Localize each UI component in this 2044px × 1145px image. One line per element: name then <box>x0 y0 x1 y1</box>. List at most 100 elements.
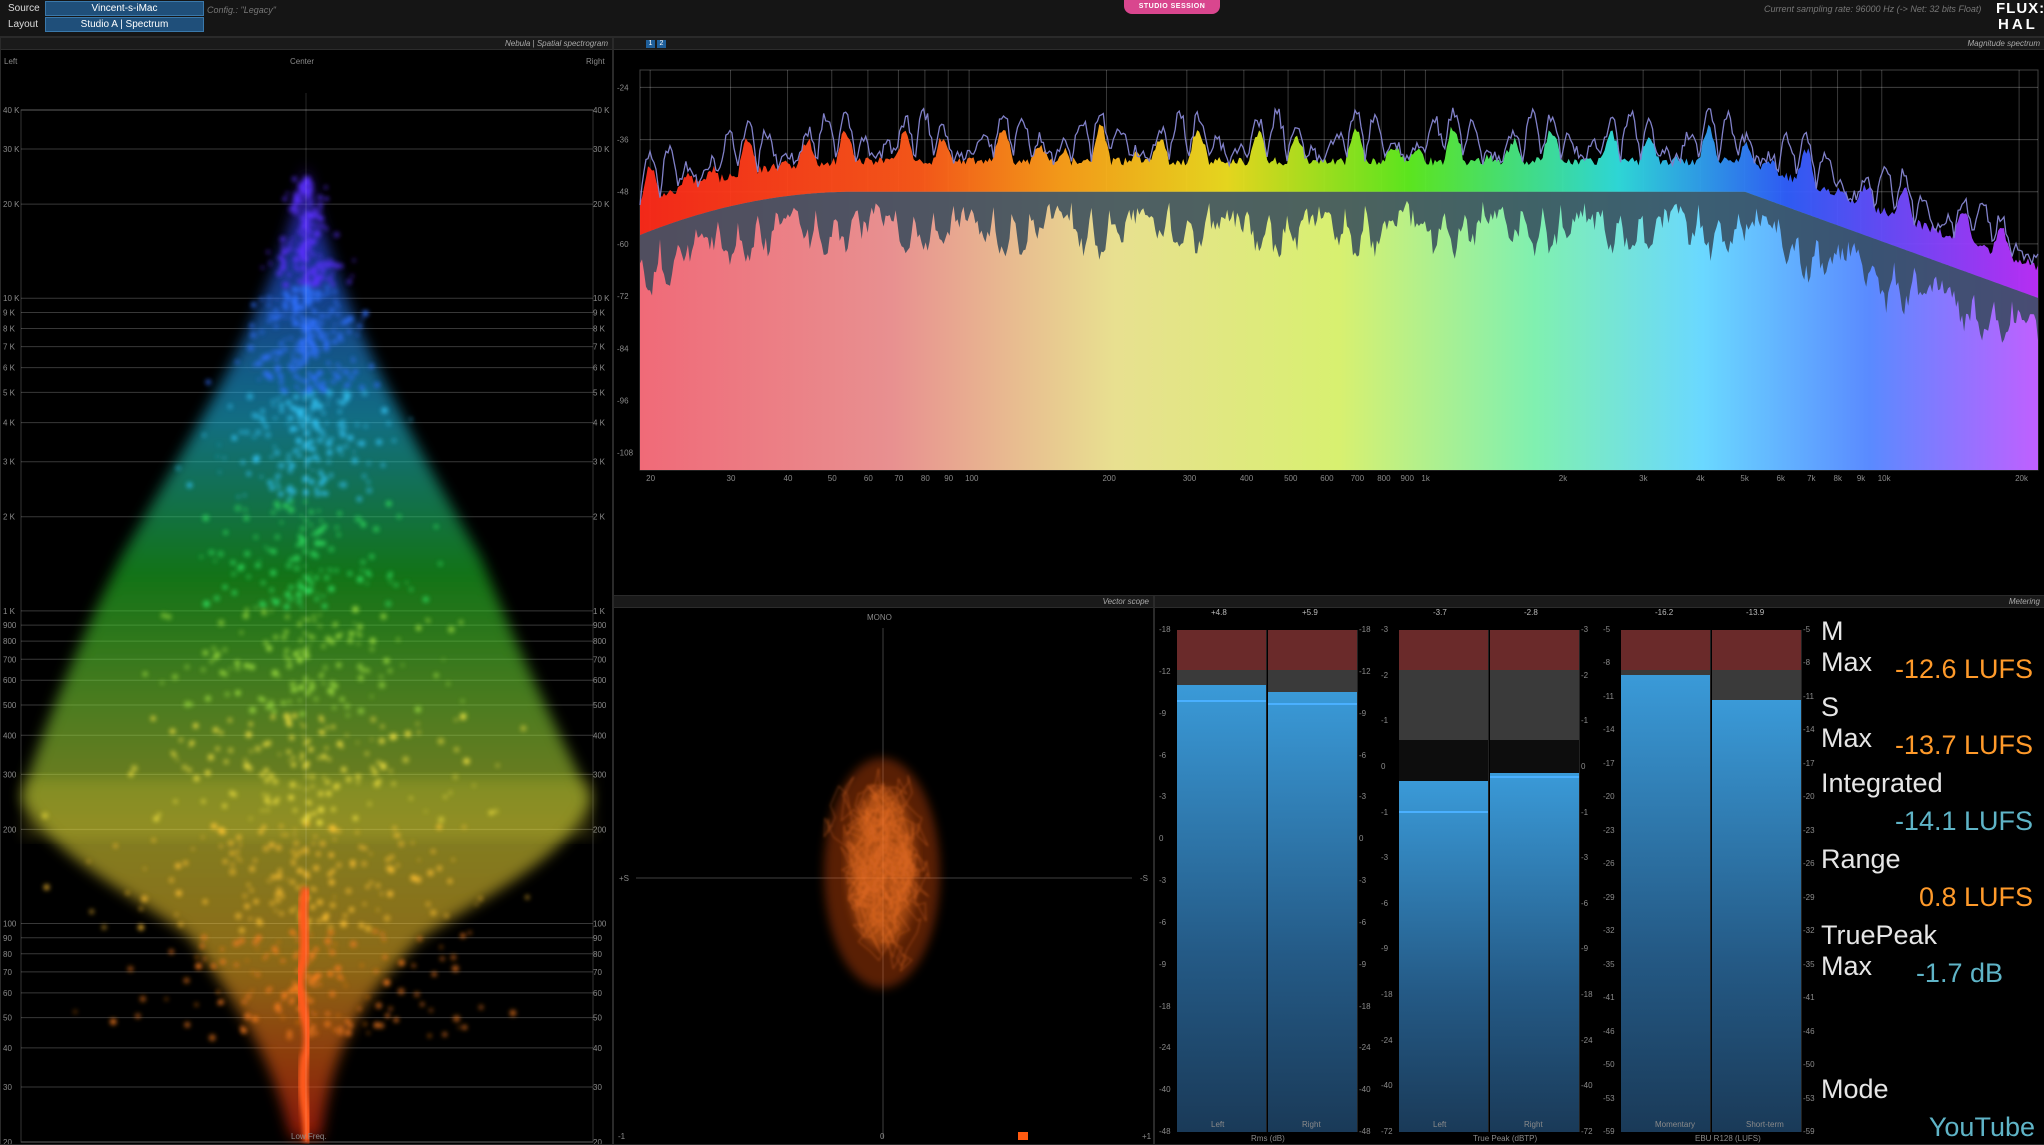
meter-scale-tick: -3 <box>1381 853 1389 863</box>
nebula-tick-left: 20 <box>3 1138 12 1144</box>
meter-channel <box>1712 630 1802 1132</box>
meter-peak-hold <box>1399 810 1488 813</box>
nebula-tick-right: 200 <box>593 825 607 834</box>
meter-scale-tick: -48 <box>1159 1127 1171 1136</box>
meter-scale-tick: -26 <box>1803 859 1815 869</box>
meter-group-label: EBU R128 (LUFS) <box>1695 1134 1761 1143</box>
meter-scale-tick: -3 <box>1159 792 1167 802</box>
spectrum-title: Magnitude spectrum <box>614 38 2044 50</box>
meter-scale-tick: -32 <box>1603 926 1615 936</box>
nebula-tick-right: 60 <box>593 989 602 998</box>
meter-scale-tick: -2 <box>1581 670 1589 680</box>
studio-session-button[interactable]: STUDIO SESSION <box>1124 0 1220 14</box>
spectrum-freq-tick: 90 <box>944 474 953 483</box>
sampling-rate-info: Current sampling rate: 96000 Hz (-> Net:… <box>1764 4 1982 14</box>
nebula-tick-left: 700 <box>3 655 17 664</box>
nebula-tick-left: 40 K <box>3 106 20 115</box>
spectrum-freq-tick: 6k <box>1777 474 1786 483</box>
meter-scale-tick: -3 <box>1381 625 1389 634</box>
meter-scale-tick: -5 <box>1803 625 1811 634</box>
layout-selector[interactable]: Studio A | Spectrum <box>45 17 204 32</box>
meter-scale-tick: -3 <box>1359 876 1367 885</box>
spectrum-db-tick: -96 <box>617 396 629 405</box>
meter-scale-tick: -11 <box>1603 691 1614 701</box>
meter-peak-value: -2.8 <box>1524 608 1538 617</box>
mode-selector[interactable]: YouTube <box>1855 1112 2035 1143</box>
nebula-tick-left: 500 <box>3 701 17 710</box>
meter-scale-tick: -3 <box>1581 853 1589 863</box>
meter-scale-tick: -35 <box>1603 959 1615 969</box>
meter-scale-tick: -9 <box>1381 944 1389 954</box>
meter-scale-tick: -9 <box>1159 959 1167 969</box>
meter-level-bar <box>1621 675 1710 1132</box>
vector-bottom-center: 0 <box>880 1132 885 1141</box>
nebula-tick-right: 80 <box>593 950 602 959</box>
meter-scale-tick: -53 <box>1803 1093 1815 1103</box>
meter-level-bar <box>1268 691 1357 1132</box>
meter-scale-tick: -1 <box>1381 807 1389 817</box>
nebula-tick-right: 20 K <box>593 200 610 209</box>
nebula-tick-right: 600 <box>593 676 607 685</box>
spectrum-db-tick: -60 <box>617 240 629 249</box>
meter-channel-label: Momentary <box>1655 1120 1696 1129</box>
spectrum-freq-tick: 500 <box>1284 474 1298 483</box>
meter-scale-tick: -18 <box>1581 990 1593 1000</box>
nebula-tick-right: 2 K <box>593 513 606 522</box>
spectrum-db-tick: -108 <box>617 449 634 458</box>
nebula-spectrogram[interactable]: 40 K 40 K 30 K 30 K 20 K 20 K 10 K 10 K 9 K 9 K 8 … <box>1 38 612 1144</box>
nebula-tick-left: 30 <box>3 1083 12 1092</box>
nebula-tick-left: 100 <box>3 919 17 928</box>
spectrum-freq-tick: 600 <box>1320 474 1334 483</box>
nebula-tick-left: 80 <box>3 950 12 959</box>
nebula-tick-right: 7 K <box>593 343 606 352</box>
meter-scale-tick: -20 <box>1803 792 1815 802</box>
source-selector[interactable]: Vincent-s-iMac <box>45 1 204 16</box>
nebula-tick-right: 800 <box>593 637 607 646</box>
nebula-tick-left: 2 K <box>3 513 16 522</box>
nebula-tick-right: 4 K <box>593 419 606 428</box>
meter-channel-label: Short-term <box>1746 1120 1784 1129</box>
meter-scale-tick: -6 <box>1381 898 1389 908</box>
meter-peak-hold <box>1268 702 1357 705</box>
meter-peak-value: -13.9 <box>1746 608 1765 617</box>
meter-scale-tick: -24 <box>1359 1043 1371 1053</box>
meter-scale-tick: -72 <box>1381 1127 1393 1136</box>
nebula-tick-left: 90 <box>3 934 12 943</box>
meter-scale-tick: -18 <box>1359 625 1371 634</box>
meter-scale-tick: -48 <box>1359 1127 1371 1136</box>
spectrum-freq-tick: 2k <box>1559 474 1568 483</box>
meter-scale-tick: -9 <box>1581 944 1589 954</box>
meter-peak-value: +5.9 <box>1302 608 1318 617</box>
spectrum-tab-1[interactable]: 1 <box>646 40 655 48</box>
meter-scale-tick: -18 <box>1359 1001 1371 1011</box>
magnitude-spectrum[interactable]: -24 -36 -48 -60 -72 -84 -96 -108 20 30 40 50 60 70 80 9… <box>614 50 2044 595</box>
meter-scale-tick: -14 <box>1803 725 1815 735</box>
nebula-tick-left: 1 K <box>3 607 16 616</box>
meter-scale-tick: 0 <box>1159 834 1164 844</box>
meter-scale-tick: -6 <box>1159 750 1167 760</box>
vector-plus-s-label: +S <box>619 874 630 883</box>
layout-label: Layout <box>8 19 39 30</box>
spectrum-tab-2[interactable]: 2 <box>657 40 666 48</box>
meter-group: -18 -12 -9 -6 -3 0 -3 -6 -9 -18 -24 -40 -48 -18 -12 -9 -… <box>1155 608 1377 1144</box>
meter-channel-label: Right <box>1524 1120 1543 1129</box>
meter-scale-tick: -6 <box>1359 917 1367 927</box>
readout-value: -13.7 LUFS <box>1894 730 2033 760</box>
nebula-tick-right: 90 <box>593 934 602 943</box>
config-label: Config.: "Legacy" <box>207 5 276 15</box>
nebula-tick-left: 600 <box>3 676 17 685</box>
nebula-tick-right: 400 <box>593 731 607 740</box>
meter-channel-label: Left <box>1211 1120 1225 1129</box>
vector-minus-s-label: -S <box>1140 874 1148 883</box>
spectrum-freq-tick: 900 <box>1401 474 1415 483</box>
meter-scale-tick: -29 <box>1603 892 1615 902</box>
spectrum-freq-tick: 200 <box>1102 474 1116 483</box>
meter-scale-tick: -20 <box>1603 792 1615 802</box>
meter-scale-tick: -1 <box>1581 716 1589 726</box>
flux-logo: FLUX: <box>1996 0 2044 17</box>
vectorscope-display[interactable] <box>614 608 1153 1144</box>
meter-scale-tick: -18 <box>1381 990 1393 1000</box>
meter-scale-tick: -23 <box>1803 825 1815 835</box>
spectrum-db-tick: -48 <box>617 188 629 197</box>
meter-channel-label: Right <box>1302 1120 1321 1129</box>
